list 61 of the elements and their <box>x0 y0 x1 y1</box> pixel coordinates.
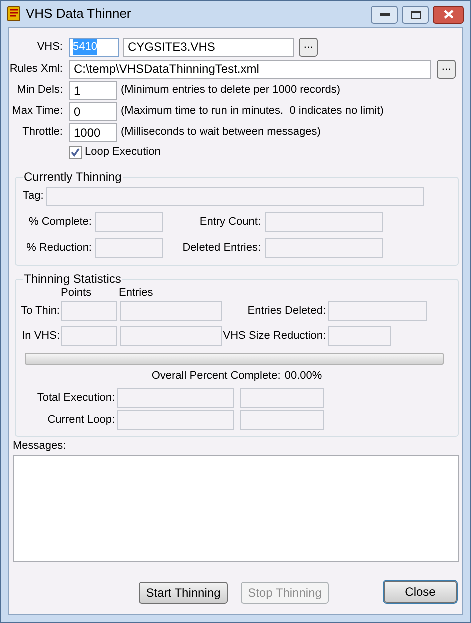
text-field[interactable] <box>61 326 117 346</box>
text-field[interactable] <box>120 326 222 346</box>
text-field[interactable] <box>328 326 391 346</box>
field-label: Total Execution: <box>36 390 115 406</box>
text-field[interactable] <box>95 238 163 258</box>
minimize-icon <box>380 12 390 16</box>
text-field[interactable] <box>265 212 383 232</box>
messages-box[interactable] <box>13 455 459 562</box>
hint-text: (Minimum entries to delete per 1000 records) <box>121 83 340 98</box>
field-label: Deleted Entries: <box>182 240 261 256</box>
text-field[interactable]: 1000 <box>69 123 117 142</box>
field-label: In VHS: <box>21 328 60 344</box>
text-field[interactable] <box>120 301 222 321</box>
field-label: To Thin: <box>20 304 60 319</box>
field-label: Throttle: <box>22 125 63 140</box>
text-field[interactable] <box>265 238 383 258</box>
field-label: Entry Count: <box>198 214 261 230</box>
window-title: VHS Data Thinner <box>26 5 132 24</box>
text-field[interactable] <box>46 187 424 206</box>
maximize-icon <box>410 10 420 18</box>
browse-button[interactable]: ... <box>437 60 456 78</box>
close-icon <box>444 10 454 19</box>
field-label: Rules Xml: <box>9 62 63 77</box>
maximize-button[interactable] <box>402 6 429 24</box>
text-field[interactable] <box>240 388 324 408</box>
checkbox[interactable] <box>69 146 82 159</box>
minimize-button[interactable] <box>371 6 398 24</box>
dialog-button[interactable]: Close <box>384 580 457 602</box>
field-label: VHS Size Reduction: <box>222 328 326 344</box>
hint-text: (Milliseconds to wait between messages) <box>121 125 321 140</box>
field-label: Min Dels: <box>16 83 63 98</box>
group-title: Thinning Statistics <box>23 271 122 288</box>
text-field[interactable] <box>95 212 163 232</box>
text-field[interactable]: 1 <box>69 81 117 100</box>
field-label: Messages: <box>13 440 66 454</box>
text-field[interactable]: C:\temp\VHSDataThinningTest.xml <box>69 60 431 78</box>
text-field[interactable] <box>61 301 117 321</box>
field-label: % Reduction: <box>26 240 92 256</box>
close-button[interactable] <box>433 6 464 24</box>
text-field[interactable] <box>117 410 234 430</box>
field-label: Max Time: <box>11 104 63 120</box>
field-label: % Complete: <box>28 214 92 230</box>
group-title: Currently Thinning <box>23 169 123 186</box>
checkbox-label: Loop Execution <box>85 145 161 160</box>
text-field[interactable]: 0 <box>69 102 117 121</box>
field-label: Current Loop: <box>46 412 115 428</box>
hint-text: (Maximum time to run in minutes. 0 indicates no limit) <box>121 104 384 120</box>
text-field[interactable] <box>117 388 234 408</box>
text-field[interactable] <box>240 410 324 430</box>
field-label: VHS: <box>36 40 63 55</box>
column-header: Entries <box>119 287 154 300</box>
field-label: Tag: <box>23 189 45 204</box>
browse-button[interactable]: ... <box>299 38 318 56</box>
dialog-button[interactable]: Start Thinning <box>139 582 228 604</box>
column-header: Points <box>61 287 93 300</box>
text-field[interactable] <box>328 301 427 321</box>
progress-value: 00.00% <box>284 369 322 382</box>
text-field[interactable]: CYGSITE3.VHS <box>123 38 294 56</box>
app-icon <box>6 6 22 22</box>
field-label: Entries Deleted: <box>246 304 326 319</box>
progress-label: Overall Percent Complete: <box>152 369 281 382</box>
